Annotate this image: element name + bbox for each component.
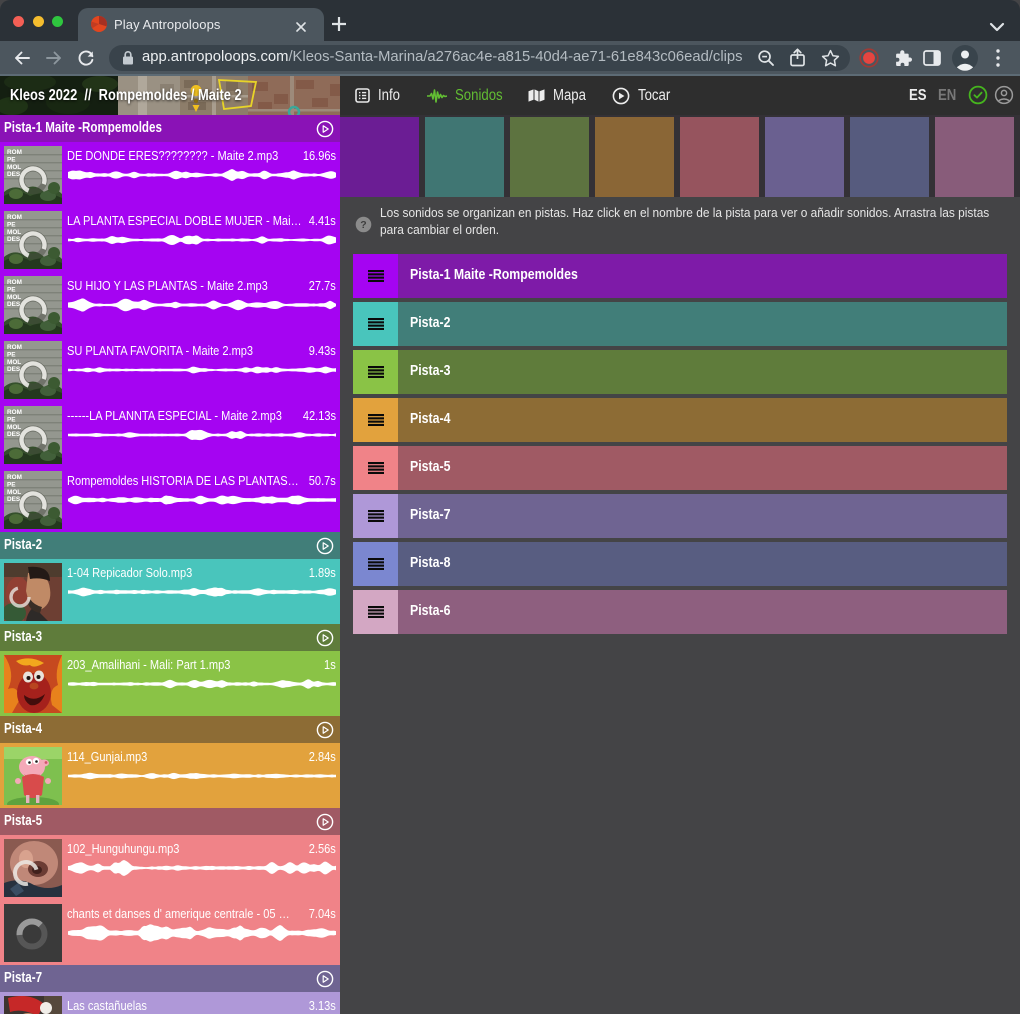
svg-text:PE: PE — [7, 221, 16, 228]
svg-text:DES: DES — [7, 301, 21, 308]
svg-text:MOL: MOL — [7, 489, 21, 496]
svg-text:ROM: ROM — [7, 474, 22, 481]
svg-text:DES: DES — [7, 366, 21, 373]
svg-text:MOL: MOL — [7, 294, 21, 301]
svg-text:MOL: MOL — [7, 164, 21, 171]
svg-text:?: ? — [360, 219, 366, 231]
svg-text:ROM: ROM — [7, 214, 22, 221]
svg-text:DES: DES — [7, 171, 21, 178]
svg-text:ROM: ROM — [7, 279, 22, 286]
svg-text:DES: DES — [7, 496, 21, 503]
svg-text:PE: PE — [7, 416, 16, 423]
svg-text:PE: PE — [7, 156, 16, 163]
svg-text:DES: DES — [7, 431, 21, 438]
svg-text:ROM: ROM — [7, 149, 22, 156]
svg-text:PE: PE — [7, 481, 16, 488]
svg-text:PE: PE — [7, 286, 16, 293]
svg-text:MOL: MOL — [7, 229, 21, 236]
svg-text:MOL: MOL — [7, 359, 21, 366]
svg-text:MOL: MOL — [7, 424, 21, 431]
svg-text:ROM: ROM — [7, 344, 22, 351]
svg-text:DES: DES — [7, 236, 21, 243]
svg-text:PE: PE — [7, 351, 16, 358]
svg-text:ROM: ROM — [7, 409, 22, 416]
